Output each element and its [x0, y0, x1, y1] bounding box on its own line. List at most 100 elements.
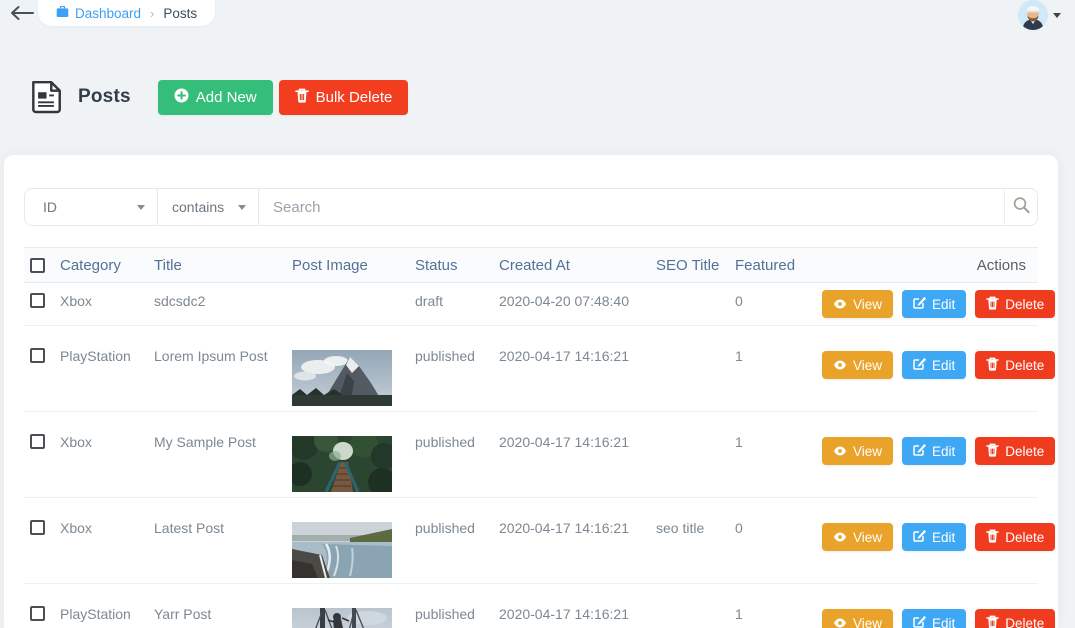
filter-operator-value: contains [172, 199, 225, 215]
cell-status: published [415, 520, 475, 536]
row-actions: View Edit Delete [822, 326, 1058, 379]
cell-featured: 0 [735, 520, 743, 536]
view-button[interactable]: View [822, 290, 894, 318]
delete-button[interactable]: Delete [975, 437, 1056, 465]
view-button[interactable]: View [822, 609, 894, 628]
chevron-down-icon [238, 204, 246, 210]
filter-field-select[interactable]: ID [25, 189, 158, 225]
cell-created-at: 2020-04-17 14:16:21 [499, 434, 629, 450]
search-icon [1012, 196, 1031, 218]
edit-label: Edit [932, 443, 956, 459]
back-arrow-icon [9, 5, 35, 24]
row-checkbox[interactable] [30, 348, 45, 363]
bulk-delete-button[interactable]: Bulk Delete [278, 79, 409, 115]
breadcrumb-dashboard-link[interactable]: Dashboard [56, 5, 141, 21]
post-image-ship-mast [292, 608, 392, 628]
row-actions: View Edit Delete [822, 283, 1058, 318]
view-button[interactable]: View [822, 523, 894, 551]
cell-title: Lorem Ipsum Post [154, 348, 268, 364]
row-actions: View Edit Delete [822, 498, 1058, 551]
content-card: ID contains Category Title Post Image St… [4, 155, 1058, 628]
chevron-down-icon [137, 204, 145, 210]
delete-button[interactable]: Delete [975, 523, 1056, 551]
cell-featured: 1 [735, 606, 743, 622]
breadcrumb-current: Posts [163, 5, 198, 21]
edit-icon [913, 443, 927, 459]
search-button[interactable] [1004, 189, 1037, 225]
row-checkbox[interactable] [30, 520, 45, 535]
cell-category: PlayStation [60, 348, 131, 364]
view-label: View [853, 615, 883, 628]
filter-operator-select[interactable]: contains [158, 189, 259, 225]
delete-button[interactable]: Delete [975, 290, 1056, 318]
edit-button[interactable]: Edit [902, 437, 967, 465]
col-header-title: Title [154, 256, 182, 274]
row-checkbox[interactable] [30, 434, 45, 449]
view-label: View [853, 296, 883, 312]
posts-document-icon [28, 78, 64, 116]
add-new-label: Add New [195, 88, 257, 106]
edit-icon [913, 296, 927, 312]
delete-label: Delete [1005, 615, 1045, 628]
trash-icon [986, 529, 1000, 546]
edit-label: Edit [932, 357, 956, 373]
breadcrumb-separator: › [150, 5, 155, 21]
bulk-delete-label: Bulk Delete [315, 88, 393, 106]
col-header-status: Status [415, 256, 458, 274]
cell-category: PlayStation [60, 606, 131, 622]
chevron-down-icon [1053, 12, 1061, 18]
edit-button[interactable]: Edit [902, 351, 967, 379]
row-checkbox[interactable] [30, 293, 45, 308]
delete-button[interactable]: Delete [975, 609, 1056, 628]
user-menu[interactable] [1018, 0, 1061, 30]
col-header-actions: Actions [976, 256, 1026, 274]
page-title: Posts [78, 86, 131, 107]
view-button[interactable]: View [822, 351, 894, 379]
edit-button[interactable]: Edit [902, 523, 967, 551]
select-all-checkbox[interactable] [30, 257, 45, 273]
delete-label: Delete [1005, 296, 1045, 312]
table-header-row: Category Title Post Image Status Created… [24, 247, 1038, 283]
view-label: View [853, 443, 883, 459]
delete-label: Delete [1005, 443, 1045, 459]
col-header-post-image: Post Image [292, 256, 368, 274]
row-checkbox[interactable] [30, 606, 45, 621]
cell-status: published [415, 348, 475, 364]
delete-label: Delete [1005, 357, 1045, 373]
edit-label: Edit [932, 615, 956, 628]
back-button[interactable] [8, 2, 36, 26]
cell-featured: 1 [735, 348, 743, 364]
cell-created-at: 2020-04-20 07:48:40 [499, 293, 629, 309]
briefcase-icon [56, 5, 69, 21]
edit-button[interactable]: Edit [902, 290, 967, 318]
cell-title: Yarr Post [154, 606, 212, 622]
cell-featured: 1 [735, 434, 743, 450]
edit-label: Edit [932, 296, 956, 312]
page-heading: Posts Add New Bulk Delete [28, 78, 409, 116]
row-actions: View Edit Delete [822, 412, 1058, 465]
cell-title: sdcsdc2 [154, 293, 206, 309]
search-input[interactable] [259, 189, 1004, 225]
post-image-mountain [292, 350, 392, 406]
view-button[interactable]: View [822, 437, 894, 465]
trash-icon [986, 296, 1000, 313]
cell-status: published [415, 434, 475, 450]
edit-icon [913, 615, 927, 628]
col-header-seo-title: SEO Title [656, 256, 720, 274]
user-avatar [1018, 0, 1048, 30]
search-field-wrap [259, 189, 1004, 225]
edit-button[interactable]: Edit [902, 609, 967, 628]
row-actions: View Edit Delete [822, 584, 1058, 628]
col-header-created-at: Created At [499, 256, 570, 274]
cell-category: Xbox [60, 520, 92, 536]
top-bar: Dashboard › Posts [0, 0, 1075, 30]
eye-icon [833, 444, 847, 459]
cell-post-image [292, 283, 415, 293]
post-image-jungle-bridge [292, 436, 392, 492]
table-row: PlayStation Yarr Post published 2020-04-… [24, 584, 1056, 628]
plus-circle-icon [174, 88, 189, 107]
cell-created-at: 2020-04-17 14:16:21 [499, 348, 629, 364]
add-new-button[interactable]: Add New [157, 79, 273, 115]
cell-seo-title: seo title [656, 520, 705, 536]
delete-button[interactable]: Delete [975, 351, 1056, 379]
